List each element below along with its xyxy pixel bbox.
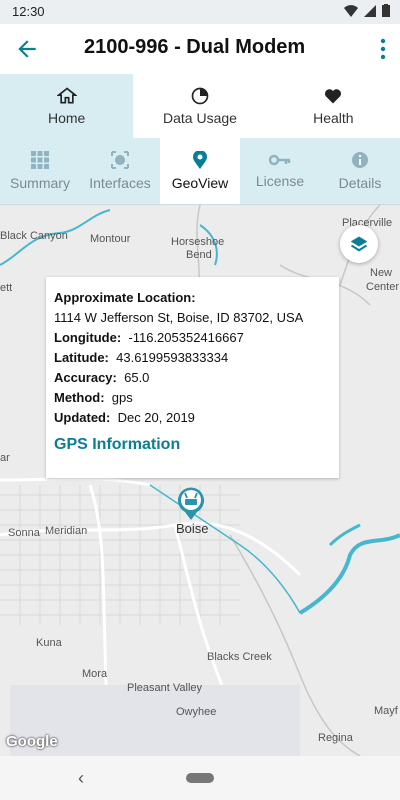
map-layers-button[interactable] [340,225,378,263]
info-accuracy: Accuracy: 65.0 [54,370,150,385]
primary-tabs: Home Data Usage Health [0,74,400,138]
map-label-emmett: ett [0,282,13,294]
layers-icon [350,236,368,252]
info-approx-location-label: Approximate Location: [54,290,196,305]
info-accuracy-value: 65.0 [124,370,150,385]
info-updated-value: Dec 20, 2019 [117,410,195,425]
location-pin-icon [193,151,207,169]
tab-data-usage-label: Data Usage [163,110,237,126]
map-label-owyhee: Owyhee [176,706,217,718]
info-latitude-value: 43.6199593833334 [116,350,229,365]
map-label-pleasant-valley: Pleasant Valley [127,682,203,694]
info-latitude: Latitude: 43.6199593833334 [54,350,229,365]
status-bar: 12:30 [0,0,400,24]
map-label-bend: Bend [186,249,212,261]
map-label-montour: Montour [90,233,131,245]
info-updated: Updated: Dec 20, 2019 [54,410,195,425]
tab-interfaces[interactable]: Interfaces [80,138,160,204]
map-label-sonna: Sonna [8,527,40,539]
map-label-black-canyon: Black Canyon [0,230,68,242]
system-nav-bar: ‹ [0,756,400,800]
map-label-mayfield: Mayf [374,705,398,717]
map-label-mora: Mora [82,668,108,680]
tab-data-usage[interactable]: Data Usage [133,74,266,138]
map-label-blacks-creek: Blacks Creek [207,651,272,663]
map-view[interactable]: Black Canyon Montour Horseshoe Bend Plac… [0,205,400,756]
page-title: 2100-996 - Dual Modem [84,36,306,58]
pie-chart-icon [191,87,209,105]
gps-information-link[interactable]: GPS Information [54,436,339,454]
map-label-meridian: Meridian [45,525,88,537]
home-icon [56,87,77,104]
map-label-regina: Regina [318,732,353,744]
tab-license-label: License [255,173,305,189]
tab-license[interactable]: License [240,138,320,204]
app-bar: 2100-996 - Dual Modem [0,24,400,74]
signal-icon [364,4,376,17]
more-vert-icon[interactable] [378,37,388,61]
tab-home-label: Home [47,110,86,126]
info-method-value: gps [111,390,133,405]
info-longitude-value: -116.205352416667 [128,330,244,345]
map-label-center: Center [366,281,400,293]
location-info-window: Approximate Location: 1114 W Jefferson S… [46,277,339,478]
secondary-tabs: Summary Interfaces GeoView License Detai… [0,138,400,205]
map-label-new: New [370,267,393,279]
tab-health[interactable]: Health [267,74,400,138]
tab-geoview-label: GeoView [171,175,229,191]
status-time: 12:30 [12,4,45,19]
info-method: Method: gps [54,390,133,405]
google-attribution: Google [6,733,58,750]
map-label-kuna: Kuna [36,637,62,649]
nav-back-icon[interactable]: ‹ [78,768,84,789]
tab-summary[interactable]: Summary [0,138,80,204]
grid-icon [31,151,49,169]
tab-health-label: Health [313,110,354,126]
battery-icon [382,4,390,17]
map-label-boise: Boise [176,521,209,536]
device-location-marker-icon[interactable] [176,486,206,520]
tab-details[interactable]: Details [320,138,400,204]
info-icon [352,152,368,168]
interfaces-icon [111,151,129,169]
back-arrow-icon[interactable] [14,36,40,62]
tab-details-label: Details [338,175,382,191]
tab-geoview[interactable]: GeoView [160,138,240,204]
status-icons [344,4,390,17]
nav-home-pill[interactable] [186,773,214,783]
map-label-left-edge: ar [0,452,10,464]
key-icon [269,154,291,166]
heart-icon [325,89,342,104]
tab-summary-label: Summary [10,175,70,191]
info-longitude: Longitude: -116.205352416667 [54,330,244,345]
tab-interfaces-label: Interfaces [89,175,151,191]
wifi-icon [344,4,358,17]
info-address: 1114 W Jefferson St, Boise, ID 83702, US… [54,310,304,325]
tab-home[interactable]: Home [0,74,134,138]
map-label-horseshoe: Horseshoe [171,236,225,248]
